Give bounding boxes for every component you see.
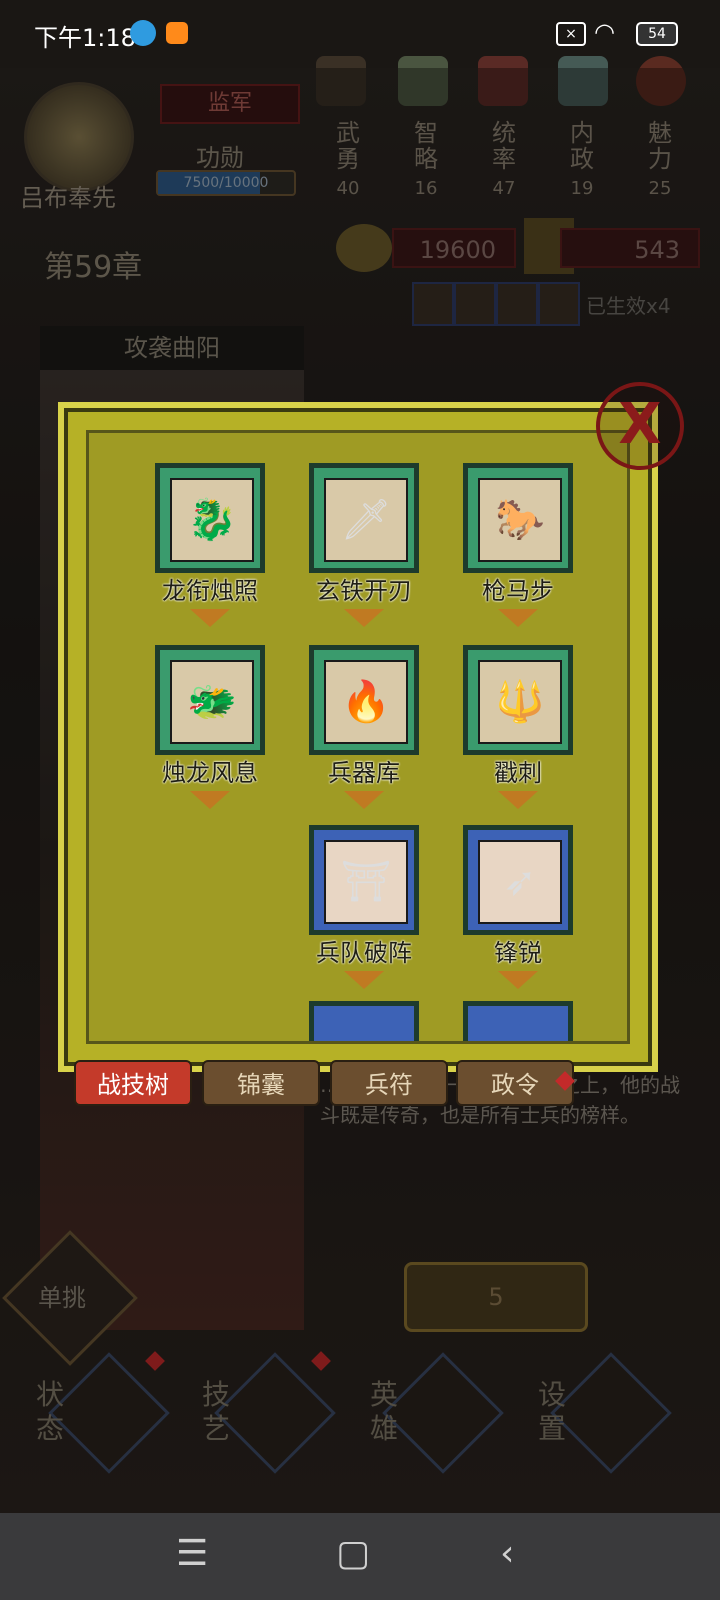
- tab-army-tally[interactable]: 兵符: [330, 1060, 448, 1106]
- back-icon[interactable]: ‹: [500, 1533, 514, 1574]
- tab-label: 锦囊: [237, 1071, 285, 1099]
- skill-node[interactable]: 🗡: [309, 463, 419, 573]
- system-navigation-bar: ☰ ▢ ‹: [0, 1513, 720, 1600]
- skill-node[interactable]: 🐉: [155, 463, 265, 573]
- skill-tree-panel: 🐉 龙衔烛照 🗡 玄铁开刃 🐎 枪马步 🐲 烛龙风息 🔥 兵器库 🔱 戳刺 ⛩ 兵队破阵 ➶ 锋锐: [86, 430, 630, 1044]
- skill-node[interactable]: [309, 1001, 419, 1041]
- skill-node[interactable]: ➶: [463, 825, 573, 935]
- iron-blade-icon: 🗡: [324, 478, 408, 562]
- skill-node[interactable]: 🐎: [463, 463, 573, 573]
- skill-node[interactable]: 🔱: [463, 645, 573, 755]
- home-icon[interactable]: ▢: [336, 1533, 370, 1574]
- skill-node[interactable]: ⛩: [309, 825, 419, 935]
- tab-label: 政令: [491, 1071, 539, 1099]
- chevron-down-icon: [344, 791, 384, 809]
- wifi-icon: ◠: [594, 18, 615, 46]
- skill-name: 锋锐: [494, 939, 542, 967]
- sim-off-icon: ×: [556, 22, 586, 46]
- skill-name: 兵器库: [328, 759, 400, 787]
- skill-node[interactable]: 🐲: [155, 645, 265, 755]
- close-icon: X: [618, 392, 662, 457]
- spear-thrust-icon: 🔱: [478, 660, 562, 744]
- dragon-candle-icon: 🐉: [170, 478, 254, 562]
- gate-icon: ⛩: [324, 840, 408, 924]
- skill-name: 兵队破阵: [316, 939, 412, 967]
- chevron-down-icon: [498, 971, 538, 989]
- skill-name: 烛龙风息: [162, 759, 258, 787]
- armory-icon: 🔥: [324, 660, 408, 744]
- menu-icon[interactable]: ☰: [176, 1533, 208, 1574]
- skill-node[interactable]: [463, 1001, 573, 1041]
- chevron-down-icon: [498, 791, 538, 809]
- tab-label: 兵符: [365, 1071, 413, 1099]
- skill-tree-dialog: 🐉 龙衔烛照 🗡 玄铁开刃 🐎 枪马步 🐲 烛龙风息 🔥 兵器库 🔱 戳刺 ⛩ 兵队破阵 ➶ 锋锐: [58, 402, 658, 1072]
- tab-label: 战技树: [97, 1071, 169, 1099]
- skill-node[interactable]: 🔥: [309, 645, 419, 755]
- skill-name: 戳刺: [494, 759, 542, 787]
- chevron-down-icon: [190, 791, 230, 809]
- chevron-down-icon: [344, 609, 384, 627]
- tab-battle-skills[interactable]: 战技树: [74, 1060, 192, 1106]
- tab-tactics[interactable]: 锦囊: [202, 1060, 320, 1106]
- notification-app-icon: [166, 22, 188, 44]
- battery-level: 54: [636, 22, 678, 46]
- chevron-down-icon: [190, 609, 230, 627]
- skill-name: 枪马步: [482, 577, 554, 605]
- skill-name: 玄铁开刃: [316, 577, 412, 605]
- status-time: 下午1:18: [34, 24, 136, 52]
- close-button[interactable]: X: [596, 382, 684, 470]
- chevron-down-icon: [344, 971, 384, 989]
- chevron-down-icon: [498, 609, 538, 627]
- skill-name: 龙衔烛照: [162, 577, 258, 605]
- cavalry-icon: 🐎: [478, 478, 562, 562]
- spear-icon: ➶: [478, 840, 562, 924]
- dragon-wind-icon: 🐲: [170, 660, 254, 744]
- telegram-icon: [130, 20, 156, 46]
